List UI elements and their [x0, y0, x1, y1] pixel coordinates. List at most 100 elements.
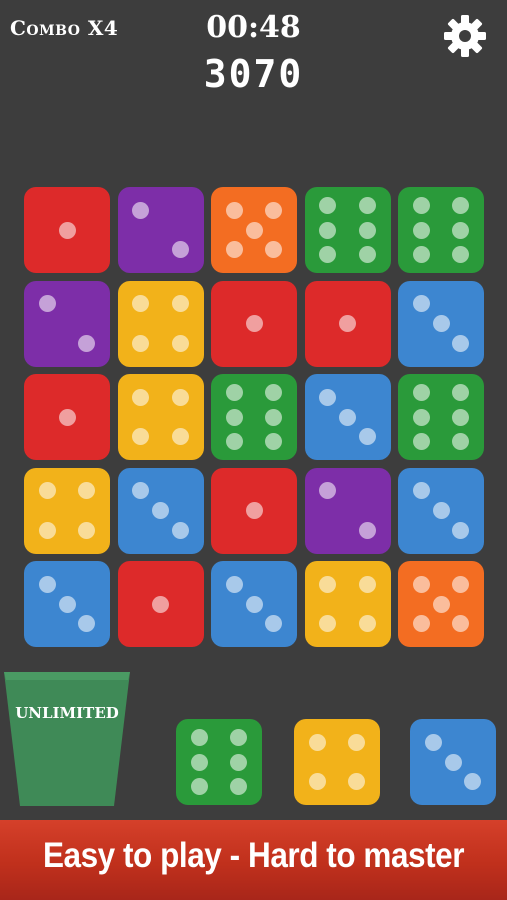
die-pip — [38, 295, 56, 313]
die-pip — [230, 753, 248, 771]
cup[interactable] — [2, 668, 132, 808]
die-pip — [152, 502, 169, 519]
cup-label: UNLIMITED — [15, 704, 119, 722]
board-die[interactable] — [117, 467, 204, 554]
board-die[interactable] — [211, 561, 297, 647]
board-die[interactable] — [398, 280, 484, 367]
die-pip — [424, 733, 442, 751]
die-pip — [58, 595, 76, 613]
banner-text: Easy to play - Hard to master — [42, 836, 465, 875]
game-screen: Combo X4 00:48 3070 UNLIMITED Easy to pl… — [0, 0, 507, 900]
die-pip — [245, 502, 263, 519]
board-die[interactable] — [304, 561, 391, 647]
die-pip — [452, 615, 470, 633]
die-pip — [78, 615, 96, 633]
next-die[interactable] — [176, 719, 262, 805]
board-die[interactable] — [211, 280, 297, 367]
die-pip — [358, 245, 376, 263]
board-die[interactable] — [117, 187, 204, 273]
die-pip — [38, 482, 56, 500]
die-pip — [452, 334, 470, 352]
die-pip — [190, 777, 208, 795]
die-pip — [245, 595, 263, 613]
board-die[interactable] — [304, 280, 391, 367]
die-pip — [78, 334, 96, 352]
die-pip — [132, 295, 150, 313]
board-die[interactable] — [117, 561, 204, 647]
die-pip — [225, 432, 243, 450]
die-pip — [265, 432, 283, 450]
die-pip — [190, 753, 208, 771]
board-die[interactable] — [24, 187, 110, 273]
board-die[interactable] — [398, 187, 484, 273]
board-die[interactable] — [398, 467, 484, 554]
die-pip — [412, 615, 430, 633]
die-pip — [432, 595, 450, 613]
die-pip — [132, 201, 150, 219]
die-pip — [432, 502, 450, 519]
die-pip — [265, 384, 283, 402]
die-pip — [348, 733, 366, 751]
board-die[interactable] — [304, 374, 391, 460]
board-die[interactable] — [117, 374, 204, 460]
die-pip — [358, 221, 376, 239]
die-pip — [452, 408, 470, 426]
die-pip — [319, 482, 337, 500]
die-pip — [225, 201, 243, 219]
board-die[interactable] — [211, 374, 297, 460]
die-pip — [452, 432, 470, 450]
die-pip — [412, 221, 430, 239]
die-pip — [412, 575, 430, 593]
die-pip — [412, 384, 430, 402]
die-pip — [245, 221, 263, 239]
die-pip — [58, 408, 76, 426]
die-pip — [230, 777, 248, 795]
die-pip — [171, 388, 189, 406]
board-die[interactable] — [117, 280, 204, 367]
next-die[interactable] — [410, 719, 496, 805]
die-pip — [319, 197, 337, 215]
board-die[interactable] — [24, 467, 110, 554]
die-pip — [339, 315, 356, 332]
die-pip — [452, 197, 470, 215]
die-pip — [464, 773, 482, 791]
die-pip — [78, 482, 96, 500]
die-pip — [132, 388, 150, 406]
die-pip — [265, 408, 283, 426]
die-pip — [58, 221, 76, 239]
board-die[interactable] — [24, 280, 110, 367]
die-pip — [452, 221, 470, 239]
die-pip — [358, 521, 376, 539]
board-die[interactable] — [211, 467, 297, 554]
board-die[interactable] — [398, 374, 484, 460]
die-pip — [171, 241, 189, 259]
die-pip — [444, 753, 462, 771]
die-pip — [132, 334, 150, 352]
board-die[interactable] — [398, 561, 484, 647]
board-die[interactable] — [304, 187, 391, 273]
die-pip — [230, 729, 248, 747]
die-pip — [245, 315, 263, 332]
board-die[interactable] — [24, 561, 110, 647]
board-die[interactable] — [304, 467, 391, 554]
die-pip — [319, 221, 337, 239]
die-pip — [171, 334, 189, 352]
die-pip — [265, 241, 283, 259]
die-pip — [38, 575, 56, 593]
die-pip — [225, 241, 243, 259]
die-pip — [358, 575, 376, 593]
board-die[interactable] — [211, 187, 297, 273]
die-pip — [358, 197, 376, 215]
die-pip — [38, 521, 56, 539]
die-pip — [171, 428, 189, 446]
die-pip — [452, 521, 470, 539]
die-pip — [339, 408, 356, 426]
die-pip — [432, 315, 450, 332]
die-pip — [412, 482, 430, 500]
next-die[interactable] — [294, 719, 380, 805]
die-pip — [225, 384, 243, 402]
board-die[interactable] — [24, 374, 110, 460]
die-pip — [319, 575, 337, 593]
die-pip — [319, 245, 337, 263]
die-pip — [132, 482, 150, 500]
